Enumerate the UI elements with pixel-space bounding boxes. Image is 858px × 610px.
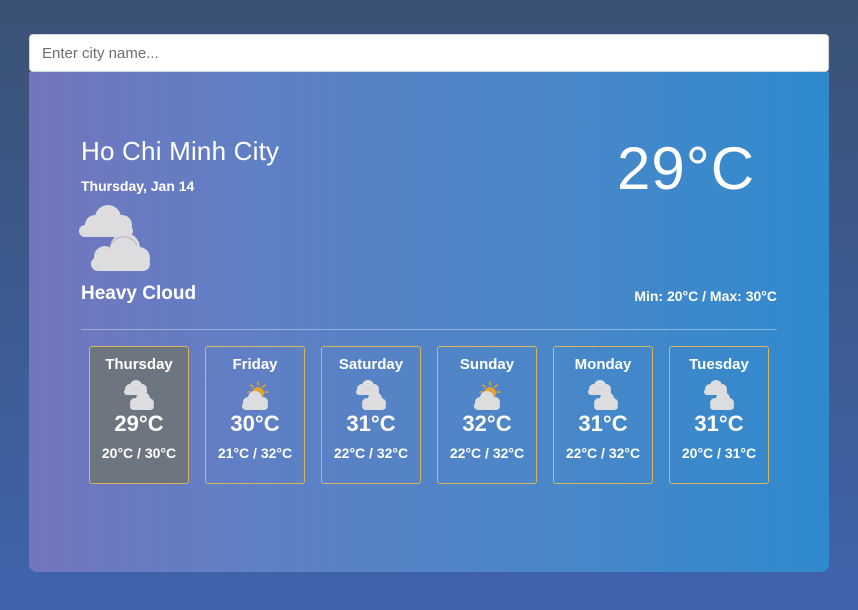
light-cloud-icon bbox=[242, 381, 269, 410]
forecast-temperature-range: 22°C / 32°C bbox=[565, 445, 641, 461]
forecast-day-thursday[interactable]: Thursday 29°C 20°C / 30°C bbox=[89, 346, 189, 484]
forecast-temperature-range: 22°C / 32°C bbox=[333, 445, 409, 461]
forecast-temperature-range: 22°C / 32°C bbox=[449, 445, 525, 461]
forecast-list: Thursday 29°C 20°C / 30°C Friday 30°C 21… bbox=[89, 346, 769, 484]
forecast-temperature: 29°C bbox=[114, 411, 164, 436]
city-name: Ho Chi Minh City bbox=[81, 136, 280, 166]
forecast-day-name: Thursday bbox=[105, 356, 173, 373]
forecast-day-name: Friday bbox=[232, 356, 278, 373]
heavy-cloud-icon bbox=[588, 380, 618, 410]
forecast-temperature: 31°C bbox=[578, 411, 628, 436]
heavy-cloud-icon bbox=[704, 380, 734, 410]
forecast-day-tuesday[interactable]: Tuesday 31°C 20°C / 31°C bbox=[669, 346, 769, 484]
forecast-day-sunday[interactable]: Sunday 32°C 22°C / 32°C bbox=[437, 346, 537, 484]
forecast-temperature: 30°C bbox=[230, 411, 280, 436]
forecast-day-friday[interactable]: Friday 30°C 21°C / 32°C bbox=[205, 346, 305, 484]
forecast-temperature: 32°C bbox=[462, 411, 512, 436]
heavy-cloud-icon bbox=[356, 380, 386, 410]
weather-condition: Heavy Cloud bbox=[81, 283, 197, 304]
forecast-day-name: Tuesday bbox=[689, 356, 749, 373]
forecast-temperature-range: 21°C / 32°C bbox=[217, 445, 293, 461]
min-max-temperature: Min: 20°C / Max: 30°C bbox=[634, 288, 777, 304]
forecast-day-name: Sunday bbox=[459, 356, 515, 373]
current-temperature: 29°C bbox=[617, 135, 756, 202]
weather-card: Ho Chi Minh City Thursday, Jan 14 Heavy … bbox=[29, 72, 829, 572]
divider bbox=[81, 329, 777, 330]
forecast-temperature: 31°C bbox=[346, 411, 396, 436]
forecast-day-monday[interactable]: Monday 31°C 22°C / 32°C bbox=[553, 346, 653, 484]
forecast-day-saturday[interactable]: Saturday 31°C 22°C / 32°C bbox=[321, 346, 421, 484]
forecast-day-name: Monday bbox=[574, 356, 632, 373]
forecast-temperature-range: 20°C / 31°C bbox=[681, 445, 757, 461]
city-search-input[interactable] bbox=[29, 34, 829, 72]
forecast-temperature-range: 20°C / 30°C bbox=[101, 445, 177, 461]
forecast-day-name: Saturday bbox=[338, 356, 404, 373]
heavy-cloud-icon bbox=[79, 205, 150, 271]
light-cloud-icon bbox=[474, 381, 501, 410]
forecast-temperature: 31°C bbox=[694, 411, 744, 436]
current-date: Thursday, Jan 14 bbox=[81, 178, 195, 194]
heavy-cloud-icon bbox=[124, 380, 154, 410]
